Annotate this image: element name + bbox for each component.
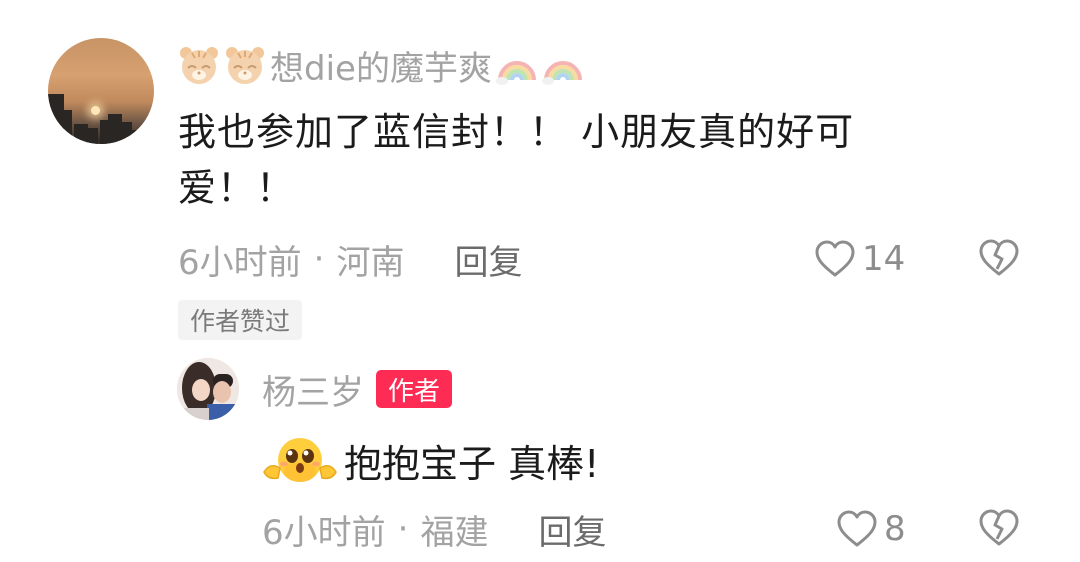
comment-dislike-button[interactable] bbox=[978, 239, 1020, 281]
reply-text: 抱抱宝子 真棒! bbox=[344, 441, 600, 486]
reply-avatar[interactable] bbox=[177, 358, 239, 420]
reply-author-name[interactable]: 杨三岁 作者 bbox=[262, 366, 453, 413]
tiger-face-icon bbox=[226, 47, 264, 84]
reply-dislike-button[interactable] bbox=[978, 509, 1020, 551]
heart-icon bbox=[837, 510, 877, 547]
commenter-username-text: 想die的魔芋爽 bbox=[270, 48, 492, 89]
comment-text: 我也参加了蓝信封！！ 小朋友真的好可爱！！ bbox=[178, 110, 855, 210]
comment-location: 河南 bbox=[336, 242, 405, 283]
hug-emoji bbox=[263, 438, 337, 482]
heart-icon bbox=[815, 240, 855, 277]
broken-heart-icon bbox=[979, 239, 1019, 276]
commenter-avatar[interactable] bbox=[48, 38, 154, 144]
author-liked-tag: 作者赞过 bbox=[178, 300, 303, 340]
author-badge: 作者 bbox=[376, 370, 453, 408]
comment-like-count: 14 bbox=[862, 239, 906, 279]
comment-time: 6小时前 bbox=[178, 242, 302, 283]
reply-location: 福建 bbox=[420, 512, 489, 553]
tiger-face-icon bbox=[180, 47, 218, 84]
reply-meta: 6小时前 · 福建 回复 bbox=[262, 505, 606, 554]
rainbow-icon bbox=[495, 61, 536, 85]
broken-heart-icon bbox=[979, 509, 1019, 546]
reply-like-count: 8 bbox=[884, 509, 906, 549]
reply-reply-button[interactable]: 回复 bbox=[538, 505, 606, 554]
commenter-username[interactable]: 想die的魔芋爽 bbox=[178, 40, 584, 90]
comment-like-button[interactable]: 14 bbox=[814, 236, 905, 282]
avatar-sun bbox=[91, 106, 100, 115]
reply-username: 杨三岁 bbox=[262, 372, 364, 413]
rainbow-icon bbox=[541, 61, 582, 85]
reply-like-button[interactable]: 8 bbox=[836, 506, 906, 552]
reply-time: 6小时前 bbox=[262, 512, 386, 553]
comment-meta: 6小时前 · 河南 回复 bbox=[178, 235, 522, 284]
meta-separator: · bbox=[397, 509, 409, 549]
meta-separator: · bbox=[313, 239, 325, 279]
reply-text-row: 抱抱宝子 真棒! bbox=[262, 432, 599, 488]
couple-photo bbox=[177, 358, 239, 420]
comment-reply-button[interactable]: 回复 bbox=[454, 235, 522, 284]
